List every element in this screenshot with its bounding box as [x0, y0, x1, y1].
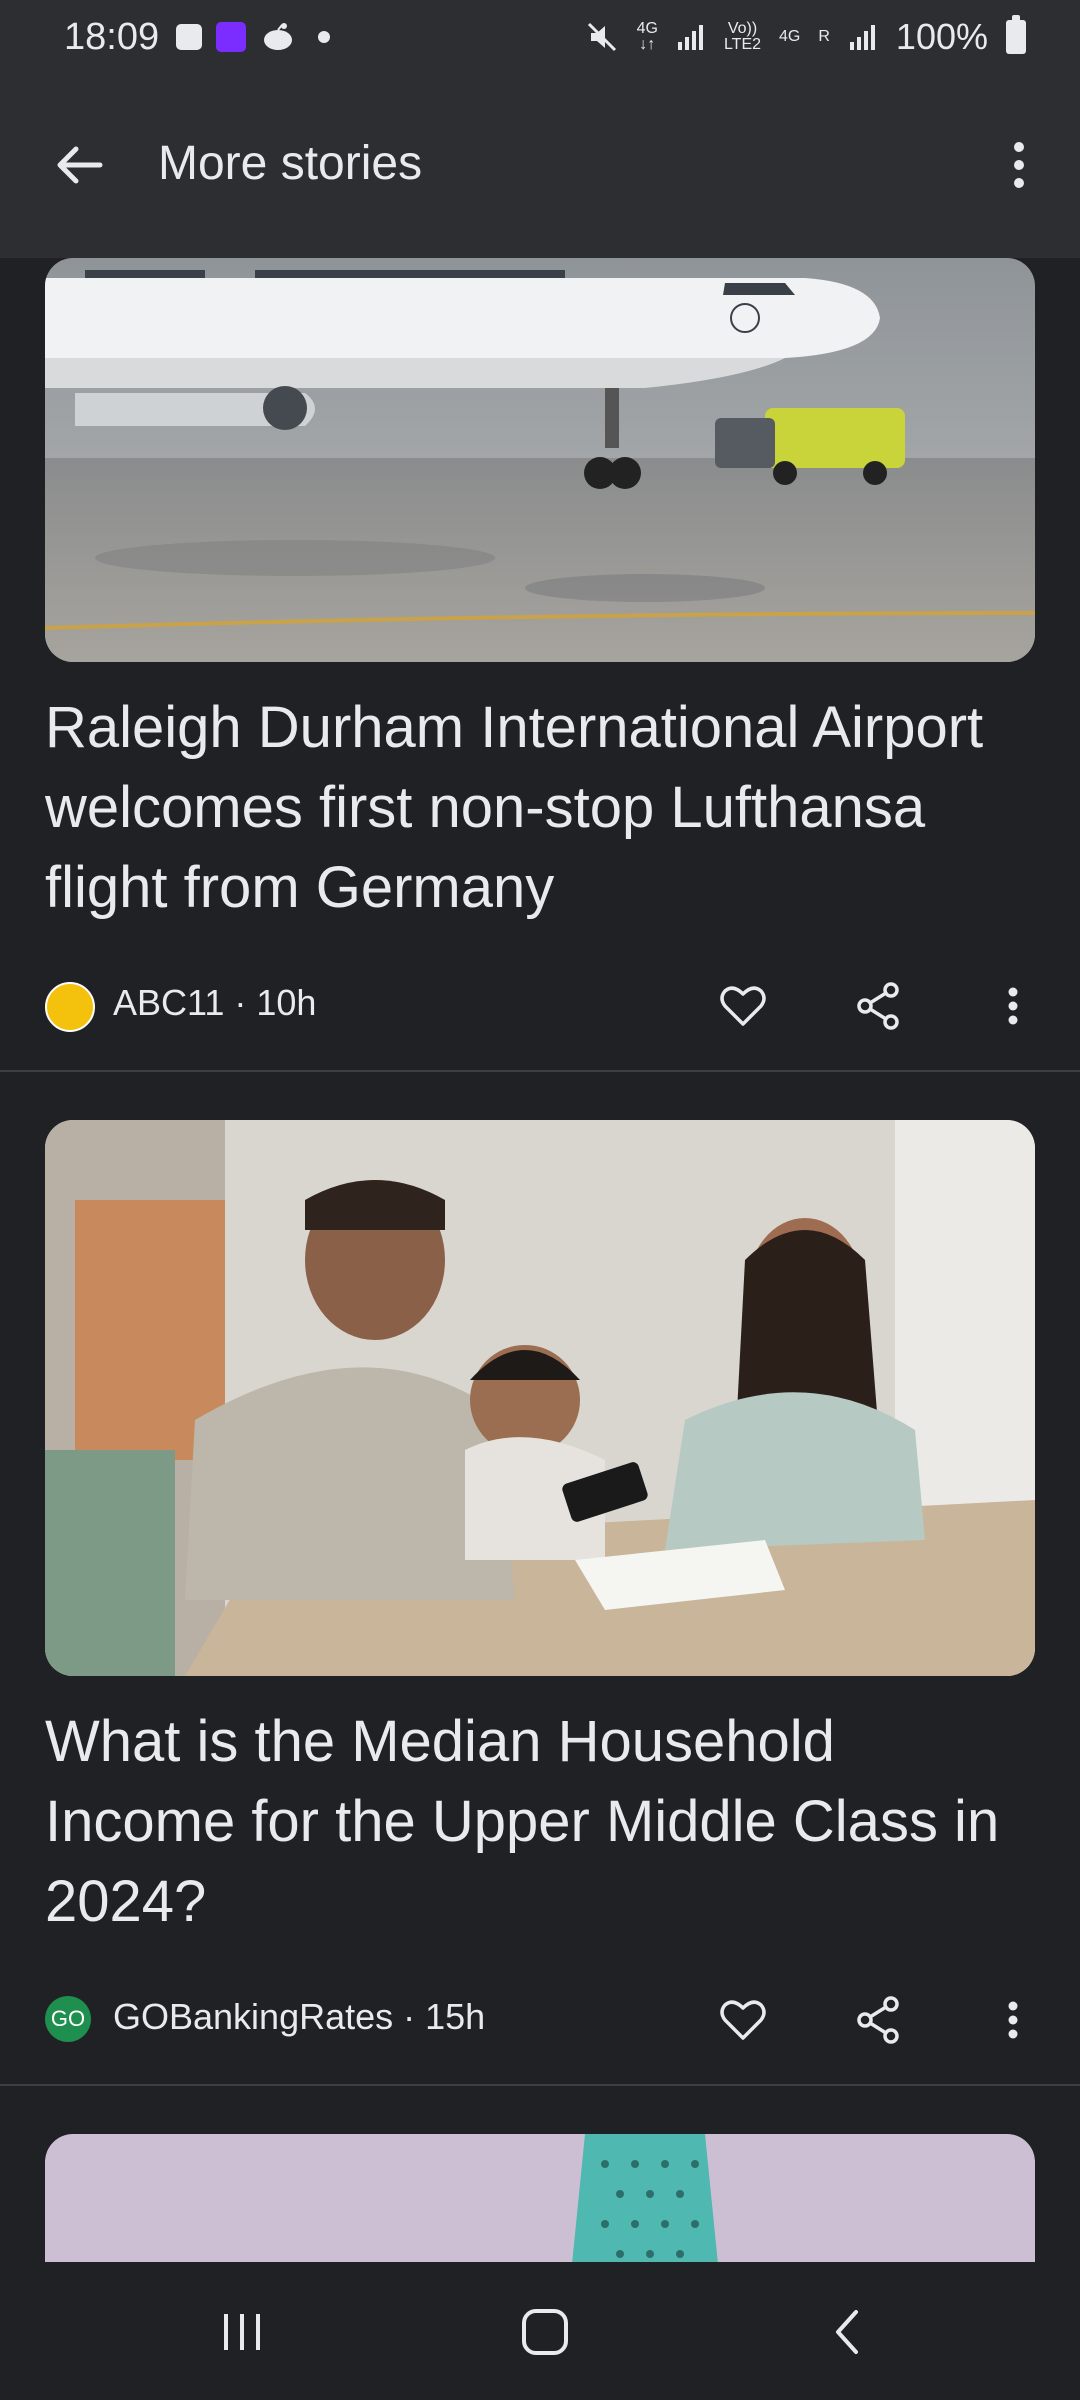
more-notifications-dot-icon	[318, 31, 330, 43]
story-meta: ABC11 · 10h	[45, 972, 1035, 1032]
back-icon[interactable]	[818, 2302, 878, 2362]
signal-2-icon	[849, 25, 875, 50]
story-more-options-icon[interactable]	[985, 978, 1041, 1034]
story-card[interactable]: Raleigh Durham International Airport wel…	[0, 258, 1080, 1074]
story-meta: GO GOBankingRates · 15h	[45, 1986, 1035, 2046]
app-bar: More stories	[0, 80, 1080, 258]
story-image-partial[interactable]	[45, 2134, 1035, 2262]
system-status-icons: 4G ↓↑ Vo)) LTE2 4G R 100%	[585, 15, 1026, 58]
status-time: 18:09	[64, 16, 160, 58]
story-image-airplane[interactable]	[45, 258, 1035, 662]
volte-indicator: Vo)) LTE2	[723, 20, 762, 53]
story-source-time[interactable]: GOBankingRates · 15h	[113, 1996, 485, 2038]
reddit-notification-icon	[264, 23, 292, 50]
like-heart-icon[interactable]	[715, 1992, 771, 2048]
story-source-time[interactable]: ABC11 · 10h	[113, 982, 316, 1024]
page-title: More stories	[158, 137, 423, 190]
story-card[interactable]: What is the Median Household Income for …	[0, 1120, 1080, 2120]
signal-1-icon	[677, 25, 703, 50]
share-icon[interactable]	[851, 978, 907, 1034]
source-avatar	[45, 982, 95, 1032]
story-image-family[interactable]	[45, 1120, 1035, 1676]
system-nav-bar	[0, 2262, 1080, 2400]
roaming-indicator: R	[818, 28, 830, 45]
story-headline[interactable]: Raleigh Durham International Airport wel…	[45, 688, 1035, 928]
chart-notification-icon	[216, 22, 246, 52]
notification-icons	[176, 22, 330, 52]
battery-percent: 100%	[895, 16, 988, 57]
recent-apps-icon[interactable]	[212, 2302, 272, 2362]
network-type-1: 4G ↓↑	[636, 20, 658, 53]
story-feed[interactable]: Raleigh Durham International Airport wel…	[0, 258, 1080, 2262]
story-headline[interactable]: What is the Median Household Income for …	[45, 1702, 1035, 1942]
back-arrow-icon[interactable]	[46, 132, 112, 198]
more-options-icon[interactable]	[986, 132, 1052, 198]
battery-icon	[1006, 15, 1026, 54]
mute-icon	[587, 22, 616, 52]
camera-notification-icon	[176, 24, 202, 50]
story-divider	[0, 1070, 1080, 1072]
like-heart-icon[interactable]	[715, 978, 771, 1034]
status-bar: 18:09 4G ↓↑ Vo)) LTE2 4G R 100%	[0, 0, 1080, 80]
network-type-2: 4G	[779, 28, 801, 45]
share-icon[interactable]	[851, 1992, 907, 2048]
story-card[interactable]	[0, 2134, 1080, 2262]
source-avatar: GO	[45, 1996, 91, 2042]
story-divider	[0, 2084, 1080, 2086]
home-icon[interactable]	[515, 2302, 575, 2362]
story-more-options-icon[interactable]	[985, 1992, 1041, 2048]
